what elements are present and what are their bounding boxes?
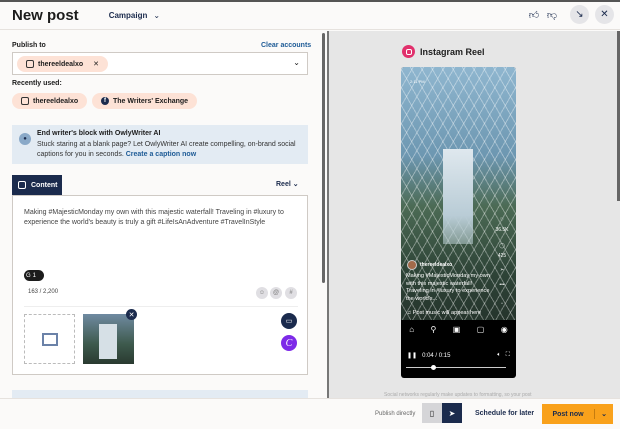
chevron-down-icon: ⌄ <box>153 11 161 20</box>
waterfall-shape <box>99 324 117 359</box>
minimize-button[interactable]: ↘ <box>570 5 589 24</box>
clear-accounts-link[interactable]: Clear accounts <box>261 42 311 49</box>
instagram-icon <box>21 97 29 105</box>
left-scrollbar[interactable] <box>322 33 325 283</box>
tab-label: Content <box>31 181 58 189</box>
account-name: thereeldealxo <box>33 97 79 105</box>
content-editor: Making #MajesticMonday my own with this … <box>12 195 308 375</box>
mobile-notification-toggle[interactable]: ▯ <box>422 403 442 423</box>
media-thumbnail[interactable] <box>83 314 134 364</box>
chevron-down-icon[interactable]: ⌄ <box>293 58 300 67</box>
chevron-down-icon[interactable]: ⌄ <box>595 410 613 418</box>
profile-icon: ◉ <box>500 325 508 334</box>
status-time: 2:11 PM <box>410 79 425 84</box>
thumbs-down-icon[interactable]: 👎︎ <box>546 9 558 21</box>
banner-title: End writer's block with OwlyWriter AI <box>37 130 161 137</box>
mention-icon[interactable]: @ <box>270 287 282 299</box>
preview-caption: Making #MajesticMonday my own with this … <box>406 273 490 302</box>
publish-directly-label: Publish directly <box>375 411 416 417</box>
recent-account-facebook[interactable]: f The Writers' Exchange <box>92 93 198 109</box>
comment-count: 425 <box>497 253 507 259</box>
video-controls: ❚❚ 0:04 / 0:15 🔈︎ ⛶ <box>407 352 510 359</box>
grammarly-count: 1 <box>32 272 37 279</box>
remove-account-icon[interactable]: ✕ <box>93 60 99 68</box>
avatar <box>407 260 417 270</box>
instagram-icon <box>18 181 26 189</box>
fullscreen-icon[interactable]: ⛶ <box>506 352 510 359</box>
home-icon: ⌂ <box>409 325 415 334</box>
tab-content[interactable]: Content <box>12 175 62 195</box>
like-icon: ♡ <box>499 217 505 223</box>
post-type-dropdown[interactable]: Reel ⌄ <box>276 180 299 188</box>
divider <box>24 306 298 307</box>
account-selector[interactable]: thereeldealxo ✕ ⌄ <box>12 52 308 75</box>
username: thereeldealxo <box>420 262 453 268</box>
campaign-dropdown[interactable]: Campaign <box>109 11 148 20</box>
footer: Publish directly ▯ ➤ Schedule for later … <box>0 398 620 429</box>
video-progress-track[interactable] <box>406 367 506 368</box>
instagram-icon <box>402 45 415 58</box>
page-title: New post <box>12 7 79 24</box>
post-now-button[interactable]: Post now ⌄ <box>542 404 613 424</box>
info-icon: ● <box>19 133 31 145</box>
create-caption-link[interactable]: Create a caption now <box>126 151 196 158</box>
grammarly-badge[interactable]: G1 <box>24 270 44 281</box>
reel-preview: 2:11 PM ♡ 36.5K ◯ 425 ➢ ••• ▫ thereeldea… <box>401 67 516 378</box>
audio-icon: ▫ <box>501 301 503 307</box>
waterfall-shape <box>443 149 473 244</box>
post-now-label: Post now <box>552 410 584 418</box>
post-type-label: Reel <box>276 181 291 188</box>
canva-button[interactable]: C <box>281 335 297 351</box>
add-media-button[interactable] <box>24 314 75 364</box>
recently-used-label: Recently used: <box>12 80 62 87</box>
instagram-nav: ⌂ ⚲ ▣ ▢ ◉ <box>401 325 516 334</box>
pause-icon[interactable]: ❚❚ <box>407 352 417 359</box>
emoji-icon[interactable]: ☺ <box>256 287 268 299</box>
preview-panel: Instagram Reel 2:11 PM ♡ 36.5K ◯ 425 ➢ •… <box>327 31 620 398</box>
owlywriter-banner: ● End writer's block with OwlyWriter AI … <box>12 125 308 164</box>
phone-icon: ▯ <box>429 408 435 418</box>
comment-icon: ◯ <box>499 243 505 249</box>
image-icon <box>41 332 58 346</box>
chevron-down-icon: ⌄ <box>292 181 299 188</box>
video-progress-handle[interactable] <box>430 365 436 370</box>
more-icon: ••• <box>499 282 505 288</box>
like-count: 36.5K <box>495 227 509 233</box>
instagram-icon <box>26 60 34 68</box>
hashtag-icon[interactable]: # <box>285 287 297 299</box>
schedule-later-button[interactable]: Schedule for later <box>475 410 534 417</box>
selected-account-chip: thereeldealxo ✕ <box>17 56 109 72</box>
publish-to-label: Publish to <box>12 42 46 49</box>
publish-directly-toggle[interactable]: ➤ <box>442 403 462 423</box>
shop-icon: ▢ <box>476 325 485 334</box>
media-library-button[interactable]: ▭ <box>281 313 297 329</box>
remove-media-button[interactable]: ✕ <box>126 309 137 320</box>
facebook-icon: f <box>101 97 109 105</box>
recent-account-instagram[interactable]: thereeldealxo <box>12 93 88 109</box>
search-icon: ⚲ <box>430 325 437 334</box>
music-line: ♫ Post music will appear here <box>407 310 482 316</box>
preview-header: Instagram Reel <box>402 45 485 58</box>
reels-icon: ▣ <box>452 325 461 334</box>
account-name: The Writers' Exchange <box>113 97 189 105</box>
header: New post Campaign ⌄ 👍︎ 👎︎ ↘ ✕ <box>0 2 620 30</box>
send-icon: ➤ <box>448 408 456 418</box>
video-time: 0:04 / 0:15 <box>422 352 451 359</box>
mute-icon[interactable]: 🔈︎ <box>497 352 501 359</box>
account-name: thereeldealxo <box>38 60 84 68</box>
preview-user: thereeldealxo <box>407 260 452 270</box>
caption-input[interactable]: Making #MajesticMonday my own with this … <box>24 208 299 228</box>
character-count: 163 / 2,200 <box>28 289 59 295</box>
close-button[interactable]: ✕ <box>595 5 614 24</box>
share-icon: ➢ <box>499 267 505 273</box>
preview-label: Instagram Reel <box>420 46 485 57</box>
grammarly-icon: G <box>26 272 31 279</box>
music-text: Post music will appear here <box>412 310 482 316</box>
thumbs-up-icon[interactable]: 👍︎ <box>528 9 540 21</box>
